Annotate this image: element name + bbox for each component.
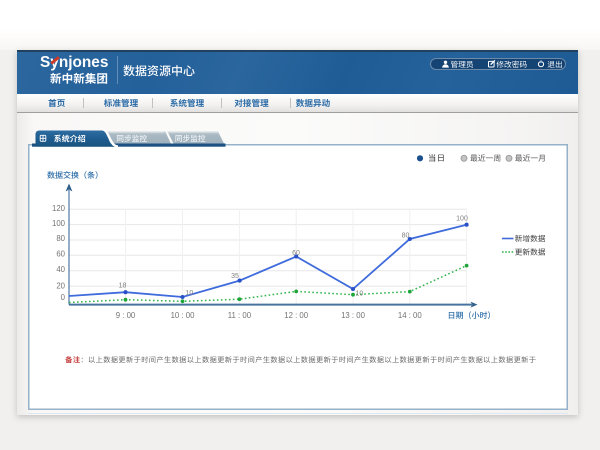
svg-text:100: 100 [456, 216, 468, 223]
svg-text:20: 20 [56, 281, 65, 290]
svg-text:80: 80 [56, 234, 65, 243]
svg-text:13 : 00: 13 : 00 [341, 311, 366, 320]
svg-text:80: 80 [402, 233, 410, 240]
svg-text:11 : 00: 11 : 00 [228, 311, 252, 320]
svg-text:12 : 00: 12 : 00 [284, 311, 309, 320]
svg-text:40: 40 [56, 265, 65, 274]
svg-text:120: 120 [52, 204, 66, 213]
svg-text:60: 60 [56, 250, 65, 259]
svg-text:100: 100 [52, 219, 66, 228]
svg-text:0: 0 [61, 293, 66, 302]
svg-text:10: 10 [186, 290, 194, 297]
svg-text:10: 10 [356, 290, 364, 297]
svg-text:18: 18 [119, 283, 127, 290]
svg-text:9 : 00: 9 : 00 [116, 311, 136, 320]
svg-text:10 : 00: 10 : 00 [171, 311, 196, 320]
svg-text:14 : 00: 14 : 00 [398, 311, 423, 320]
svg-text:35: 35 [231, 273, 239, 280]
svg-text:60: 60 [292, 250, 300, 257]
